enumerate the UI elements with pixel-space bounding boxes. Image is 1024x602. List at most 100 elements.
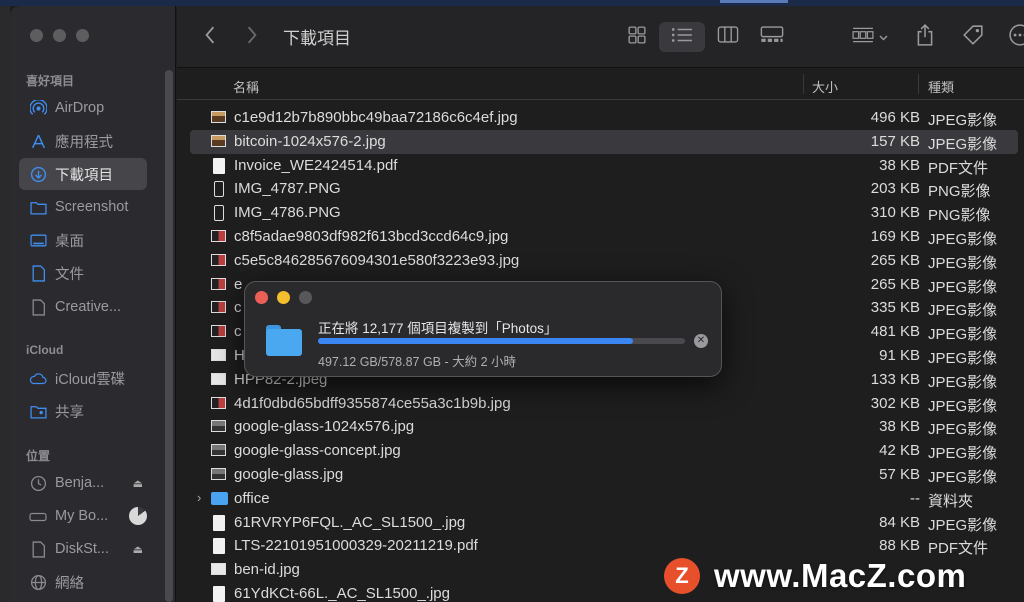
share-button[interactable] bbox=[911, 22, 939, 52]
document-icon bbox=[29, 264, 47, 282]
sidebar-item-label: Benja... bbox=[55, 475, 105, 491]
more-actions-button[interactable] bbox=[1009, 22, 1024, 52]
sidebar-item-creative[interactable]: Creative... bbox=[19, 291, 147, 323]
copy-status-detail: 497.12 GB/578.87 GB - 大約 2 小時 bbox=[318, 355, 517, 369]
file-kind: PDF文件 bbox=[928, 159, 989, 177]
table-row[interactable]: 4d1f0dbd65bdff9355874ce55a3c1b9b.jpg 302 … bbox=[177, 392, 1024, 416]
eject-icon[interactable]: ⏏ bbox=[133, 543, 143, 556]
eject-icon[interactable]: ⏏ bbox=[133, 477, 143, 490]
file-icon bbox=[29, 298, 47, 316]
gallery-view-button[interactable] bbox=[751, 22, 793, 52]
table-row[interactable]: LTS-22101951000329-20211219.pdf 88 KB PDF文… bbox=[177, 534, 1024, 558]
back-button[interactable] bbox=[199, 22, 221, 52]
image-file-icon bbox=[211, 134, 226, 147]
sidebar: 喜好項目 AirDrop 應用程式 下載項目 Screenshot 桌面 文件 … bbox=[10, 6, 176, 602]
sidebar-item-desktop[interactable]: 桌面 bbox=[19, 224, 147, 256]
sidebar-item-label: DiskSt... bbox=[55, 541, 109, 557]
table-row[interactable]: c8f5adae9803df982f613bcd3ccd64c9.jpg 169 … bbox=[177, 225, 1024, 249]
dialog-close-button[interactable] bbox=[255, 291, 268, 304]
file-kind: JPEG影像 bbox=[928, 278, 998, 296]
ellipsis-circle-icon bbox=[1009, 23, 1024, 51]
zoom-button[interactable] bbox=[76, 29, 89, 42]
watermark: Z www.MacZ.com bbox=[664, 556, 966, 596]
table-row[interactable]: › office -- 資料夾 bbox=[177, 487, 1024, 511]
file-size: 496 KB bbox=[870, 109, 920, 126]
columns-icon bbox=[717, 26, 739, 48]
file-name: bitcoin-1024x576-2.jpg bbox=[234, 132, 386, 150]
table-row[interactable]: Invoice_WE2424514.pdf 38 KB PDF文件 bbox=[177, 154, 1024, 178]
chevron-down-icon bbox=[879, 28, 888, 46]
sidebar-item-benja[interactable]: Benja... ⏏ bbox=[19, 467, 147, 499]
column-header-name[interactable]: 名稱 bbox=[233, 77, 259, 96]
dialog-minimize-button[interactable] bbox=[277, 291, 290, 304]
sidebar-item-documents[interactable]: 文件 bbox=[19, 257, 147, 289]
sidebar-item-label: iCloud雲碟 bbox=[55, 371, 126, 388]
table-row[interactable]: bitcoin-1024x576-2.jpg 157 KB JPEG影像 bbox=[190, 129, 1018, 154]
file-size: 157 KB bbox=[870, 132, 920, 150]
toolbar: 下載項目 bbox=[177, 6, 1024, 68]
column-divider[interactable] bbox=[803, 74, 804, 94]
copy-progress-fill bbox=[318, 338, 634, 344]
table-row[interactable]: IMG_4786.PNG 310 KB PNG影像 bbox=[177, 201, 1024, 225]
sidebar-item-applications[interactable]: 應用程式 bbox=[19, 125, 147, 157]
file-name: office bbox=[234, 489, 270, 507]
file-size: 335 KB bbox=[870, 299, 920, 317]
file-size: 84 KB bbox=[879, 513, 920, 531]
file-name: c8f5adae9803df982f613bcd3ccd64c9.jpg bbox=[234, 227, 509, 245]
table-row[interactable]: google-glass-concept.jpg 42 KB JPEG影像 bbox=[177, 439, 1024, 463]
file-size: 481 KB bbox=[870, 323, 920, 341]
image-file-icon bbox=[211, 372, 226, 385]
close-button[interactable] bbox=[30, 29, 43, 42]
tags-button[interactable] bbox=[957, 22, 989, 52]
dialog-zoom-button[interactable] bbox=[299, 291, 312, 304]
desktop-icon bbox=[29, 231, 47, 249]
file-kind: JPEG影像 bbox=[928, 397, 998, 415]
column-header-kind[interactable]: 種類 bbox=[928, 77, 954, 96]
file-size: 302 KB bbox=[870, 394, 920, 412]
table-row[interactable]: IMG_4787.PNG 203 KB PNG影像 bbox=[177, 177, 1024, 201]
table-row[interactable]: 61RVRYP6FQL._AC_SL1500_.jpg 84 KB JPEG影像 bbox=[177, 511, 1024, 535]
table-row[interactable]: google-glass-1024x576.jpg 38 KB JPEG影像 bbox=[177, 415, 1024, 439]
sidebar-item-screenshot[interactable]: Screenshot bbox=[19, 191, 147, 223]
icon-view-button[interactable] bbox=[617, 22, 657, 52]
file-name: google-glass-1024x576.jpg bbox=[234, 418, 415, 436]
file-kind: JPEG影像 bbox=[928, 445, 998, 463]
dialog-window-controls bbox=[255, 291, 312, 304]
sidebar-scrollbar[interactable] bbox=[165, 70, 173, 602]
stop-copy-button[interactable]: ✕ bbox=[694, 334, 708, 348]
sidebar-item-label: Screenshot bbox=[55, 199, 129, 215]
table-row[interactable]: c1e9d12b7b890bbc49baa72186c6c4ef.jpg 496 … bbox=[177, 106, 1024, 130]
table-row[interactable]: c5e5c846285676094301e580f3223e93.jpg 265 … bbox=[177, 249, 1024, 273]
minimize-button[interactable] bbox=[53, 29, 66, 42]
image-file-icon bbox=[211, 563, 226, 576]
column-header-size[interactable]: 大小 bbox=[812, 77, 838, 96]
image-file-icon bbox=[211, 396, 226, 409]
sidebar-item-airdrop[interactable]: AirDrop bbox=[19, 92, 147, 124]
image-file-icon bbox=[211, 277, 226, 290]
forward-button[interactable] bbox=[241, 22, 263, 52]
sidebar-item-diskstation[interactable]: DiskSt... ⏏ bbox=[19, 533, 147, 565]
sidebar-item-label: 桌面 bbox=[55, 233, 84, 250]
file-size: 203 KB bbox=[870, 180, 920, 198]
file-name: c5e5c846285676094301e580f3223e93.jpg bbox=[234, 251, 520, 269]
sidebar-item-network[interactable]: 網絡 bbox=[19, 566, 147, 598]
sidebar-item-label: My Bo... bbox=[55, 508, 109, 524]
group-by-button[interactable] bbox=[845, 22, 895, 52]
file-name: c1e9d12b7b890bbc49baa72186c6c4ef.jpg bbox=[234, 109, 518, 126]
column-divider[interactable] bbox=[918, 74, 919, 94]
column-view-button[interactable] bbox=[707, 22, 749, 52]
file-kind: PNG影像 bbox=[928, 183, 991, 201]
sidebar-item-shared[interactable]: 共享 bbox=[19, 395, 147, 427]
sidebar-item-my-book[interactable]: My Bo... bbox=[19, 500, 147, 532]
sidebar-item-icloud-drive[interactable]: iCloud雲碟 bbox=[19, 362, 147, 394]
table-row[interactable]: google-glass.jpg 57 KB JPEG影像 bbox=[177, 463, 1024, 487]
list-view-button[interactable] bbox=[659, 22, 705, 52]
image-file-icon bbox=[211, 229, 226, 242]
disclosure-chevron-icon[interactable]: › bbox=[197, 490, 201, 505]
downloads-icon bbox=[29, 165, 47, 183]
file-kind: JPEG影像 bbox=[928, 468, 998, 486]
sidebar-item-downloads[interactable]: 下載項目 bbox=[19, 158, 147, 190]
image-file-icon bbox=[211, 348, 226, 361]
file-size: 88 KB bbox=[879, 537, 920, 555]
file-kind: JPEG影像 bbox=[928, 254, 998, 272]
